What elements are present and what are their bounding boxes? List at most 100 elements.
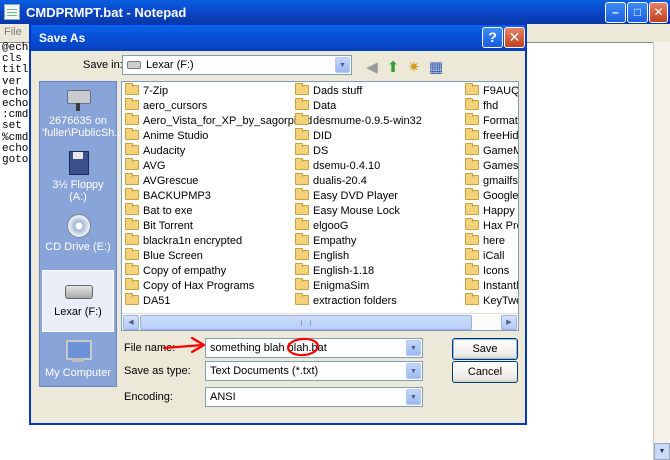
place-network[interactable]: 2676635 on 'fuller\PublicSh... — [42, 86, 124, 139]
notepad-titlebar[interactable]: CMDPRMPT.bat - Notepad — [0, 0, 670, 24]
folder-item[interactable]: here — [465, 233, 505, 249]
new-folder-icon[interactable]: ✷ — [405, 59, 423, 77]
folder-item[interactable]: Audacity — [125, 143, 185, 159]
folder-item[interactable]: Dads stuff — [295, 83, 363, 99]
scroll-right-icon[interactable]: ▶ — [501, 315, 517, 330]
scroll-left-icon[interactable]: ◀ — [123, 315, 139, 330]
folder-item[interactable]: English-1.18 — [295, 263, 374, 279]
file-list[interactable]: 7-Zip aero_cursors Aero_Vista_for_XP_by_sa… — [121, 81, 519, 331]
close-button[interactable]: ✕ — [649, 2, 668, 23]
folder-item[interactable]: Data — [295, 98, 336, 114]
folder-label: extraction folders — [313, 295, 397, 307]
folder-item[interactable]: Copy of empathy — [125, 263, 226, 279]
folder-label: Bat to exe — [143, 205, 193, 217]
folder-item[interactable]: English — [295, 248, 349, 264]
folder-item[interactable]: KeyTwea — [465, 293, 518, 309]
folder-item[interactable]: aero_cursors — [125, 98, 207, 114]
save-button[interactable]: Save — [452, 338, 518, 360]
folder-item[interactable]: dsemu-0.4.10 — [295, 158, 380, 174]
folder-item[interactable]: iCall — [465, 248, 504, 264]
folder-item[interactable]: 7-Zip — [125, 83, 168, 99]
views-menu-icon[interactable]: ▦ — [427, 59, 445, 77]
folder-item[interactable]: extraction folders — [295, 293, 397, 309]
chevron-down-icon[interactable]: ▼ — [406, 389, 421, 405]
folder-item[interactable]: AVG — [125, 158, 165, 174]
dialog-close-button[interactable]: ✕ — [504, 27, 525, 48]
folder-item[interactable]: DID — [295, 128, 332, 144]
folder-item[interactable]: DS — [295, 143, 328, 159]
folder-icon — [295, 113, 309, 125]
folder-item[interactable]: BACKUPMP3 — [125, 188, 211, 204]
folder-icon — [295, 98, 309, 110]
minimize-icon: – — [612, 5, 619, 19]
folder-item[interactable]: Google — [465, 188, 518, 204]
chevron-down-icon[interactable]: ▼ — [335, 57, 350, 73]
back-arrow-icon[interactable]: ◀ — [363, 59, 381, 77]
folder-item[interactable]: Easy DVD Player — [295, 188, 398, 204]
folder-icon — [125, 278, 139, 290]
save-as-dialog: Save As ? ✕ Save in: Lexar (F:) ▼ ◀ ⬆ ✷ … — [30, 24, 526, 424]
place-cd[interactable]: CD Drive (E:) — [42, 212, 114, 253]
folder-item[interactable]: freeHidel — [465, 128, 518, 144]
folder-item[interactable]: Happy Vi — [465, 203, 518, 219]
place-lexar[interactable]: Lexar (F:) — [42, 270, 114, 332]
folder-item[interactable]: Copy of Hax Programs — [125, 278, 254, 294]
folder-item[interactable]: Aero_Vista_for_XP_by_sagorpirbd — [125, 113, 312, 129]
folder-item[interactable]: Games — [465, 158, 518, 174]
folder-item[interactable]: DA51 — [125, 293, 171, 309]
folder-icon — [125, 173, 139, 185]
folder-item[interactable]: Bit Torrent — [125, 218, 193, 234]
folder-item[interactable]: gmailfs11 — [465, 173, 518, 189]
maximize-button[interactable]: □ — [627, 2, 648, 23]
save-in-dropdown[interactable]: Lexar (F:) ▼ — [122, 55, 352, 75]
folder-item[interactable]: Hax Prog — [465, 218, 518, 234]
minimize-button[interactable]: – — [605, 2, 626, 23]
folder-item[interactable]: Anime Studio — [125, 128, 208, 144]
help-icon: ? — [488, 29, 497, 45]
folder-item[interactable]: Easy Mouse Lock — [295, 203, 400, 219]
folder-item[interactable]: Empathy — [295, 233, 356, 249]
folder-item[interactable]: Icons — [465, 263, 510, 279]
folder-icon — [465, 263, 479, 275]
chevron-down-icon[interactable]: ▼ — [406, 340, 421, 356]
scroll-down-icon[interactable]: ▼ — [654, 443, 670, 460]
folder-item[interactable]: GameMal — [465, 143, 518, 159]
horizontal-scrollbar[interactable]: ◀ ▶ — [122, 313, 518, 330]
folder-label: Easy DVD Player — [313, 190, 398, 202]
filename-label: File name: — [124, 342, 176, 354]
folder-item[interactable]: AVGrescue — [125, 173, 198, 189]
notepad-scrollbar[interactable]: ▼ — [653, 42, 670, 460]
folder-item[interactable]: desmume-0.9.5-win32 — [295, 113, 422, 129]
folder-label: Dads stuff — [313, 85, 363, 97]
folder-icon — [465, 143, 479, 155]
folder-item[interactable]: elgooG — [295, 218, 348, 234]
filename-input[interactable]: something blah blah.bat ▼ — [205, 338, 423, 358]
up-folder-icon[interactable]: ⬆ — [384, 59, 402, 77]
place-floppy[interactable]: 3½ Floppy (A:) — [42, 150, 114, 203]
saveas-type-dropdown[interactable]: Text Documents (*.txt) ▼ — [205, 361, 423, 381]
folder-label: InstantM — [483, 280, 518, 292]
folder-icon — [295, 173, 309, 185]
menu-file[interactable]: File — [4, 26, 22, 38]
folder-label: Icons — [483, 265, 510, 277]
folder-item[interactable]: EnigmaSim — [295, 278, 369, 294]
folder-icon — [125, 98, 139, 110]
maximize-icon: □ — [633, 5, 642, 19]
scroll-thumb[interactable] — [140, 315, 472, 330]
folder-item[interactable]: InstantM — [465, 278, 518, 294]
folder-icon — [465, 83, 479, 95]
chevron-down-icon[interactable]: ▼ — [406, 363, 421, 379]
folder-item[interactable]: dualis-20.4 — [295, 173, 367, 189]
folder-item[interactable]: fhd — [465, 98, 498, 114]
folder-item[interactable]: blackra1n encrypted — [125, 233, 242, 249]
folder-item[interactable]: Bat to exe — [125, 203, 193, 219]
help-button[interactable]: ? — [482, 27, 503, 48]
folder-item[interactable]: F9AUQPE — [465, 83, 518, 99]
place-mycomputer[interactable]: My Computer — [42, 338, 114, 379]
folder-item[interactable]: Formats — [465, 113, 518, 129]
folder-icon — [125, 293, 139, 305]
encoding-dropdown[interactable]: ANSI ▼ — [205, 387, 423, 407]
dialog-titlebar[interactable]: Save As ? ✕ — [31, 25, 525, 51]
folder-item[interactable]: Blue Screen — [125, 248, 203, 264]
cancel-button[interactable]: Cancel — [452, 361, 518, 383]
